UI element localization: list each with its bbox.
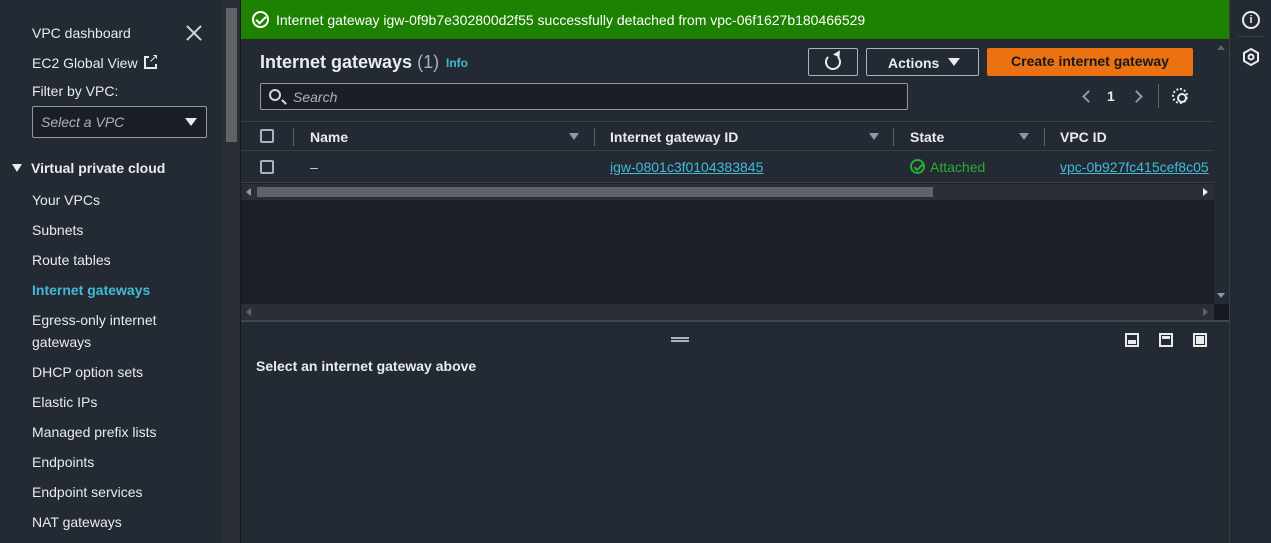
check-circle-icon bbox=[910, 159, 925, 174]
cell-vpc-id-link[interactable]: vpc-0b927fc415cef8c05 bbox=[1060, 159, 1214, 175]
page-number[interactable]: 1 bbox=[1107, 88, 1115, 104]
column-header-state[interactable]: State bbox=[910, 129, 944, 145]
sidebar-item-managed-prefix-lists[interactable]: Managed prefix lists bbox=[32, 421, 212, 443]
column-header-name[interactable]: Name bbox=[310, 129, 348, 145]
settings-icon[interactable] bbox=[1172, 88, 1188, 104]
refresh-button[interactable] bbox=[808, 48, 858, 76]
caret-down-icon bbox=[12, 164, 22, 172]
vpc-dashboard-link[interactable]: VPC dashboard bbox=[32, 25, 131, 41]
sidebar-nav: VPC dashboard EC2 Global View Filter by … bbox=[0, 0, 223, 543]
table-header-row: Name Internet gateway ID State VPC ID bbox=[241, 121, 1214, 151]
state-label: Attached bbox=[930, 159, 986, 175]
filter-by-vpc-label: Filter by VPC: bbox=[32, 83, 119, 99]
sort-icon[interactable] bbox=[569, 133, 579, 140]
details-split-panel: Select an internet gateway above bbox=[241, 320, 1229, 543]
row-checkbox[interactable] bbox=[260, 160, 274, 174]
sidebar-item-your-vpcs[interactable]: Your VPCs bbox=[32, 189, 212, 211]
refresh-icon bbox=[825, 54, 841, 70]
table-row[interactable]: – igw-0801c3f0104383845 Attached vpc-0b9… bbox=[241, 151, 1214, 183]
column-header-vpc-id[interactable]: VPC ID bbox=[1060, 129, 1107, 145]
chevron-down-icon bbox=[185, 118, 197, 126]
sidebar-item-endpoint-services[interactable]: Endpoint services bbox=[32, 481, 212, 503]
caret-down-icon bbox=[948, 58, 960, 66]
search-placeholder: Search bbox=[293, 89, 338, 105]
select-all-checkbox[interactable] bbox=[260, 129, 274, 143]
scroll-down-arrow[interactable] bbox=[1217, 293, 1225, 298]
external-link-icon bbox=[143, 52, 159, 69]
cell-state: Attached bbox=[910, 159, 985, 175]
actions-button[interactable]: Actions bbox=[866, 48, 979, 76]
pagination-divider bbox=[1158, 84, 1159, 108]
main-vertical-scrollbar[interactable] bbox=[1214, 39, 1229, 304]
sort-icon[interactable] bbox=[869, 133, 879, 140]
scroll-left-arrow[interactable] bbox=[246, 308, 251, 316]
rail-divider bbox=[1238, 36, 1264, 37]
section-virtual-private-cloud[interactable]: Virtual private cloud bbox=[12, 160, 165, 176]
chevron-right-icon[interactable] bbox=[1130, 90, 1143, 103]
item-count: (1) bbox=[417, 52, 440, 72]
split-panel-drag-handle[interactable] bbox=[671, 337, 689, 342]
table-scrollbar-thumb[interactable] bbox=[257, 187, 933, 197]
success-flash-banner: Internet gateway igw-0f9b7e302800d2f55 s… bbox=[241, 0, 1229, 39]
utility-rail: i bbox=[1229, 0, 1271, 543]
cell-name: – bbox=[310, 159, 318, 175]
search-icon bbox=[269, 89, 281, 101]
vpc-filter-placeholder: Select a VPC bbox=[41, 114, 125, 130]
split-panel-message: Select an internet gateway above bbox=[256, 358, 477, 374]
actions-label: Actions bbox=[888, 55, 940, 71]
column-divider[interactable] bbox=[893, 128, 894, 146]
internet-gateways-table-panel: Internet gateways (1) Info Actions Creat… bbox=[241, 39, 1214, 304]
search-input[interactable]: Search bbox=[260, 83, 908, 110]
sidebar-item-endpoints[interactable]: Endpoints bbox=[32, 451, 212, 473]
split-side-view-icon[interactable] bbox=[1159, 333, 1173, 347]
split-bottom-view-icon[interactable] bbox=[1125, 333, 1139, 347]
sidebar-item-nat-gateways[interactable]: NAT gateways bbox=[32, 511, 212, 533]
check-circle-icon bbox=[252, 11, 269, 28]
column-header-gateway-id[interactable]: Internet gateway ID bbox=[610, 129, 738, 145]
info-link[interactable]: Info bbox=[446, 56, 468, 70]
section-title: Virtual private cloud bbox=[31, 160, 166, 176]
chevron-left-icon[interactable] bbox=[1082, 90, 1095, 103]
ec2-global-view-label: EC2 Global View bbox=[32, 55, 138, 71]
vpc-filter-select[interactable]: Select a VPC bbox=[32, 106, 207, 138]
column-divider[interactable] bbox=[293, 128, 294, 146]
column-divider[interactable] bbox=[1044, 128, 1045, 146]
split-full-view-icon[interactable] bbox=[1193, 333, 1207, 347]
page-title-text: Internet gateways bbox=[260, 52, 413, 72]
info-icon[interactable]: i bbox=[1242, 11, 1260, 29]
scrollbar-corner bbox=[1214, 304, 1229, 320]
scroll-right-arrow[interactable] bbox=[1203, 188, 1208, 196]
column-divider[interactable] bbox=[594, 128, 595, 146]
sidebar-scrollbar[interactable] bbox=[223, 0, 240, 543]
hexagon-icon[interactable] bbox=[1242, 47, 1260, 67]
create-internet-gateway-button[interactable]: Create internet gateway bbox=[987, 48, 1193, 76]
scroll-left-arrow[interactable] bbox=[246, 188, 251, 196]
sidebar-item-route-tables[interactable]: Route tables bbox=[32, 249, 212, 271]
table-header-bar: Internet gateways (1) Info Actions Creat… bbox=[241, 39, 1214, 121]
sort-icon[interactable] bbox=[1019, 133, 1029, 140]
sidebar-item-dhcp-option-sets[interactable]: DHCP option sets bbox=[32, 361, 212, 383]
table-horizontal-scrollbar[interactable] bbox=[241, 184, 1214, 200]
sidebar-item-elastic-ips[interactable]: Elastic IPs bbox=[32, 391, 212, 413]
cell-gateway-id-link[interactable]: igw-0801c3f0104383845 bbox=[610, 159, 763, 175]
scroll-right-arrow[interactable] bbox=[1203, 308, 1208, 316]
sidebar-scrollbar-thumb[interactable] bbox=[226, 8, 237, 142]
ec2-global-view-link[interactable]: EC2 Global View bbox=[32, 52, 159, 71]
sidebar-item-internet-gateways[interactable]: Internet gateways bbox=[32, 279, 212, 301]
flash-message: Internet gateway igw-0f9b7e302800d2f55 s… bbox=[276, 12, 866, 28]
scroll-up-arrow[interactable] bbox=[1217, 45, 1225, 50]
close-icon[interactable] bbox=[185, 24, 203, 42]
page-title: Internet gateways (1) bbox=[260, 52, 439, 73]
sidebar-item-egress-only-internet-gateways[interactable]: Egress-only internet gateways bbox=[32, 309, 182, 353]
main-horizontal-scrollbar[interactable] bbox=[241, 304, 1214, 320]
sidebar-item-subnets[interactable]: Subnets bbox=[32, 219, 212, 241]
